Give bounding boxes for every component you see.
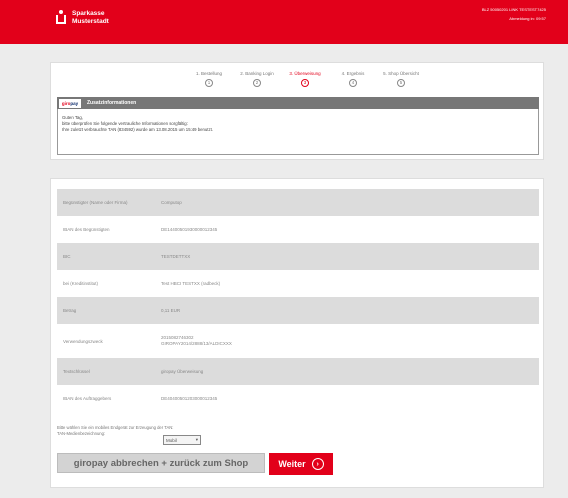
progress-card: 1. Bestellung 1 2. Banking Login 2 3. Üb… [50,62,544,160]
header-meta-line1: BLZ 50050201 LINK TESTEST7425 [481,7,546,12]
step-3: 3. Überweisung 3 [289,71,321,87]
step-4-indicator: 4 [349,79,357,87]
step-4: 4. Ergebnis 4 [341,71,365,87]
session-timeout: Abmeldung in: 09:57 [509,16,546,21]
step-1: 1. Bestellung 1 [195,71,223,87]
transfer-details-table: Begünstigter (Name oder Firma) Computop … [57,189,539,412]
table-row: Textschlüssel giropay Überweisung [57,358,539,385]
info-last-tan: Ihre zuletzt verbrauchte TAN (834592) wu… [62,127,214,132]
table-row: BIC TESTDETTXX [57,243,539,270]
sparkasse-s-icon [56,10,66,24]
sparkasse-logo: Sparkasse Musterstadt [56,10,109,26]
step-2-indicator: 2 [253,79,261,87]
next-button[interactable]: Weiter › [269,453,333,475]
arrow-right-icon: › [311,458,324,470]
chevron-down-icon: ▾ [195,437,198,442]
table-row: IBAN des Begünstigten DE1440050193000001… [63,226,218,233]
table-row: Verwendungszweck 2015082746302 GIROPAY20… [63,335,232,346]
table-row: Begünstigter (Name oder Firma) Computop [57,189,539,216]
info-section-title: Zusatzinformationen [87,100,137,106]
cancel-button[interactable]: giropay abbrechen + zurück zum Shop [57,453,265,473]
giropay-info-bar: giro pay Zusatzinformationen [57,97,539,109]
transfer-details-card: Begünstigter (Name oder Firma) Computop … [50,178,544,488]
step-5: 5. Shop Übersicht 5 [383,71,419,87]
step-2: 2. Banking Login 2 [240,71,274,87]
table-row: Betrag 0,11 EUR [57,297,539,324]
bank-name-line2: Musterstadt [72,18,109,25]
step-1-indicator: 1 [205,79,213,87]
header-bar: Sparkasse Musterstadt BLZ 50050201 LINK … [0,0,568,44]
tan-media-select[interactable]: Mobil ▾ [163,435,201,445]
header-meta: BLZ 50050201 LINK TESTEST7425 Abmeldung … [482,5,546,23]
giropay-logo: giro pay [59,98,81,108]
step-3-indicator: 3 [301,79,309,87]
table-row: bei (Kreditinstitut) Test HBCI TESTXX (r… [63,280,221,287]
info-box: Guten Tag, bitte überprüfen Sie folgende… [57,109,539,155]
progress-steps: 1. Bestellung 1 2. Banking Login 2 3. Üb… [187,71,423,87]
step-5-indicator: 5 [397,79,405,87]
bank-name-line1: Sparkasse [72,10,105,17]
table-row: IBAN des Auftraggebers DE404005012030000… [63,395,218,402]
